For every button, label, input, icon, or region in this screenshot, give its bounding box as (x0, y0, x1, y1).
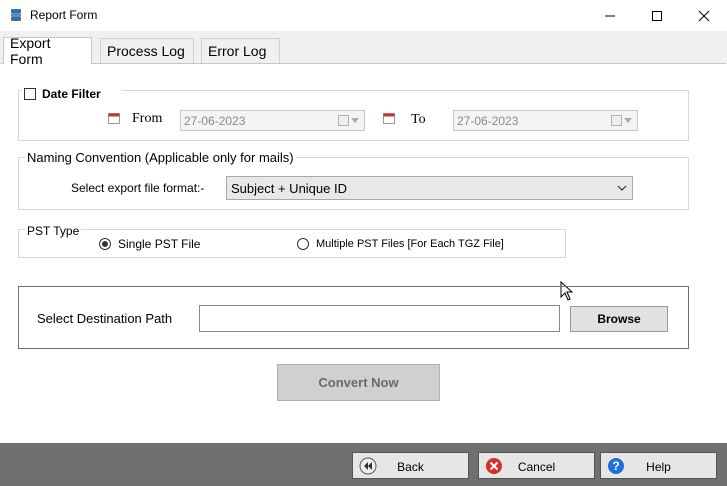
export-format-label: Select export file format:- (71, 181, 205, 195)
tab-process-log[interactable]: Process Log (100, 38, 194, 63)
maximize-icon (652, 10, 662, 21)
tab-error-log[interactable]: Error Log (201, 38, 280, 63)
tab-export-form[interactable]: Export Form (3, 35, 92, 67)
app-icon (9, 8, 23, 22)
destination-path-label: Select Destination Path (37, 311, 173, 326)
from-date-picker[interactable]: 27-06-2023 (180, 110, 365, 131)
calendar-dropdown-icon (338, 113, 362, 128)
window-title: Report Form (30, 8, 98, 22)
naming-convention-legend: Naming Convention (Applicable only for m… (25, 150, 296, 165)
multiple-pst-label: Multiple PST Files [For Each TGZ File] (316, 238, 504, 250)
date-filter-checkbox[interactable] (24, 88, 36, 100)
export-format-value: Subject + Unique ID (231, 181, 347, 196)
convert-now-button[interactable]: Convert Now (277, 364, 440, 401)
from-label: From (132, 111, 163, 126)
back-label: Back (397, 460, 424, 474)
minimize-icon (605, 15, 615, 16)
single-pst-radio[interactable] (99, 238, 111, 250)
export-format-select[interactable]: Subject + Unique ID (226, 176, 633, 200)
cancel-label: Cancel (517, 460, 556, 474)
to-date-value: 27-06-2023 (457, 114, 519, 128)
browse-button[interactable]: Browse (570, 306, 668, 332)
date-filter-label: Date Filter (42, 87, 101, 101)
calendar-icon (108, 111, 120, 124)
cancel-button[interactable]: Cancel (478, 452, 595, 479)
to-date-picker[interactable]: 27-06-2023 (453, 110, 638, 131)
close-icon (698, 10, 710, 21)
chevron-down-icon (617, 185, 627, 191)
pst-type-legend: PST Type (25, 224, 82, 238)
help-button[interactable]: ? Help (600, 452, 717, 479)
destination-path-input[interactable] (199, 305, 560, 332)
close-button[interactable] (681, 0, 727, 31)
single-pst-label: Single PST File (118, 237, 201, 251)
minimize-button[interactable] (587, 0, 633, 31)
back-button[interactable]: Back (352, 452, 469, 479)
maximize-button[interactable] (634, 0, 680, 31)
from-date-value: 27-06-2023 (184, 114, 246, 128)
calendar-dropdown-icon (611, 113, 635, 128)
calendar-icon (383, 111, 395, 124)
help-label: Help (646, 460, 671, 474)
multiple-pst-radio[interactable] (297, 238, 309, 250)
to-label: To (411, 112, 426, 127)
